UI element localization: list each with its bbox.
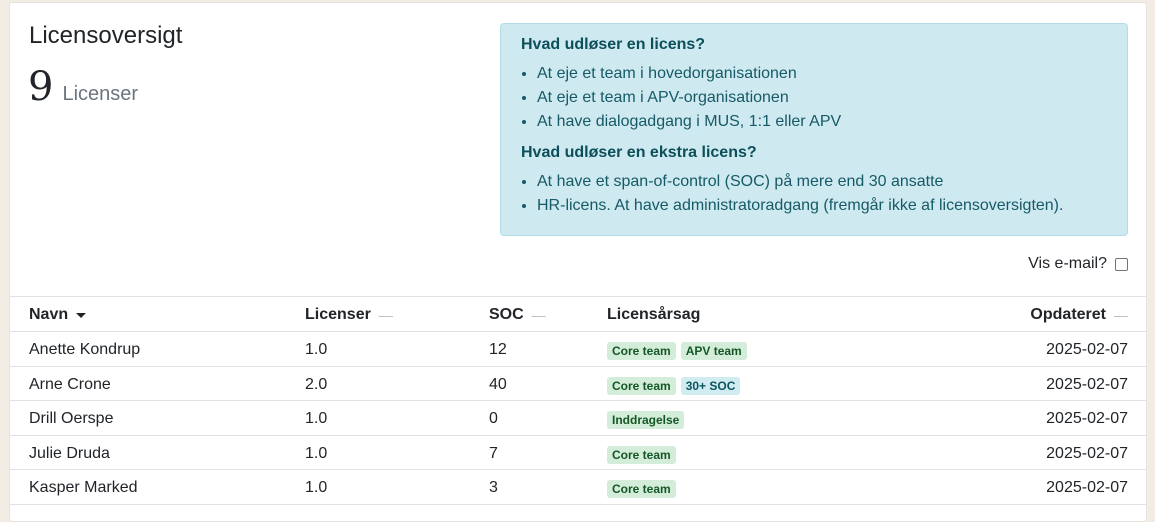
cell-name: Anette Kondrup: [29, 341, 141, 358]
cell-licenses: 1.0: [305, 444, 328, 462]
cell-soc: 7: [489, 444, 498, 462]
cell-licenses: 1.0: [305, 341, 328, 358]
badge-core-team: Core team: [607, 376, 676, 395]
badge-soc: 30+ SOC: [680, 376, 741, 395]
table-header: Navn Licenser — SOC — Licensårsag Opdate…: [10, 296, 1146, 332]
cell-name: Julie Druda: [29, 444, 110, 462]
column-header-updated[interactable]: Opdateret —: [1030, 306, 1128, 324]
page-title: Licensoversigt: [29, 22, 183, 49]
cell-updated: 2025-02-07: [1046, 375, 1128, 393]
table-row: Arne Crone 2.0 40 Core team 30+ SOC 2025…: [10, 367, 1146, 401]
info-heading-license: Hvad udløser en licens?: [521, 36, 706, 53]
cell-licenses: 1.0: [305, 479, 328, 496]
cell-soc: 0: [489, 410, 498, 427]
cell-reason: Core team: [607, 445, 676, 464]
cell-name: Kasper Marked: [29, 479, 138, 496]
caret-down-icon: [76, 312, 87, 318]
table-row: Julie Druda 1.0 7 Core team 2025-02-07: [10, 436, 1146, 470]
info-heading-extra-license: Hvad udløser en ekstra licens?: [521, 144, 757, 161]
cell-reason: Core team 30+ SOC: [607, 376, 741, 395]
cell-licenses: 1.0: [305, 410, 328, 427]
table-row: Drill Oerspe 1.0 0 Inddragelse 2025-02-0…: [10, 401, 1146, 436]
cell-updated: 2025-02-07: [1046, 341, 1128, 358]
cell-soc: 40: [489, 375, 507, 393]
table-row: Anette Kondrup 1.0 12 Core team APV team…: [10, 332, 1146, 367]
cell-updated: 2025-02-07: [1046, 444, 1128, 462]
license-count: 9 Licenser: [28, 67, 138, 107]
dash-icon: —: [531, 307, 546, 323]
cell-name: Arne Crone: [29, 375, 111, 393]
info-item: At eje et team i hovedorganisationen: [537, 62, 1107, 86]
show-email-label: Vis e-mail?: [1028, 255, 1107, 272]
info-list-extra-license: At have et span-of-control (SOC) på mere…: [521, 170, 1107, 218]
license-info-box: Hvad udløser en licens? At eje et team i…: [500, 23, 1128, 236]
badge-core-team: Core team: [607, 342, 676, 360]
badge-core-team: Core team: [607, 480, 676, 498]
cell-reason: Core team: [607, 480, 676, 498]
dash-icon: —: [378, 307, 393, 323]
cell-name: Drill Oerspe: [29, 410, 114, 427]
info-item: At eje et team i APV-organisationen: [537, 86, 1107, 110]
info-item: At have et span-of-control (SOC) på mere…: [537, 170, 1107, 194]
cell-updated: 2025-02-07: [1046, 410, 1128, 427]
info-item: HR-licens. At have administratoradgang (…: [537, 194, 1107, 218]
license-overview-card: Licensoversigt 9 Licenser Hvad udløser e…: [9, 2, 1147, 522]
cell-licenses: 2.0: [305, 375, 328, 393]
license-table: Navn Licenser — SOC — Licensårsag Opdate…: [10, 296, 1146, 505]
dash-icon: —: [1114, 307, 1128, 323]
show-email-toggle[interactable]: Vis e-mail?: [1028, 255, 1128, 273]
column-header-reason: Licensårsag: [607, 306, 701, 323]
badge-core-team: Core team: [607, 445, 676, 464]
cell-reason: Inddragelse: [607, 411, 685, 429]
cell-updated: 2025-02-07: [1046, 479, 1128, 496]
column-header-licenses[interactable]: Licenser —: [305, 306, 393, 324]
license-count-label: Licenser: [62, 83, 139, 105]
table-row: Kasper Marked 1.0 3 Core team 2025-02-07: [10, 470, 1146, 505]
badge-apv-team: APV team: [680, 342, 747, 360]
show-email-checkbox[interactable]: [1115, 257, 1128, 271]
cell-soc: 3: [489, 479, 498, 496]
info-list-license: At eje et team i hovedorganisationen At …: [521, 62, 1107, 134]
info-item: At have dialogadgang i MUS, 1:1 eller AP…: [537, 110, 1107, 134]
column-header-name[interactable]: Navn: [29, 306, 87, 324]
license-count-number: 9: [28, 64, 54, 110]
cell-reason: Core team APV team: [607, 342, 747, 360]
cell-soc: 12: [489, 341, 507, 358]
badge-inddragelse: Inddragelse: [607, 411, 685, 429]
column-header-soc[interactable]: SOC —: [489, 306, 546, 324]
